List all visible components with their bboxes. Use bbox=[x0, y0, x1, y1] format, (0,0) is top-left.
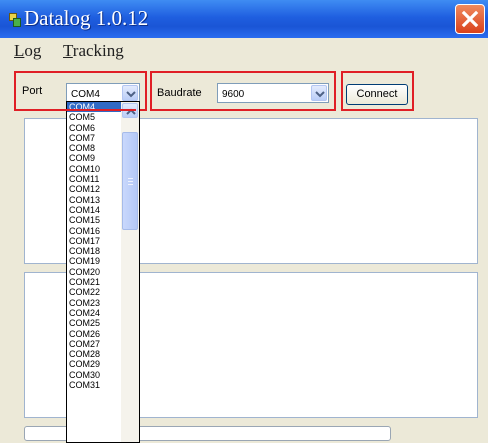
menu-bar: Log Tracking bbox=[0, 38, 488, 64]
port-dropdown-button[interactable] bbox=[122, 85, 138, 101]
port-option-com20[interactable]: COM20 bbox=[67, 267, 121, 277]
chevron-down-icon bbox=[126, 91, 136, 98]
port-combobox[interactable]: COM4 bbox=[66, 83, 140, 103]
baudrate-dropdown-button[interactable] bbox=[311, 85, 327, 101]
port-option-com10[interactable]: COM10 bbox=[67, 164, 121, 174]
port-option-com11[interactable]: COM11 bbox=[67, 174, 121, 184]
menu-tracking[interactable]: Tracking bbox=[63, 41, 124, 61]
app-icon bbox=[9, 13, 21, 27]
port-option-com5[interactable]: COM5 bbox=[67, 112, 121, 122]
port-option-com15[interactable]: COM15 bbox=[67, 215, 121, 225]
port-options: COM4 COM5 COM6 COM7 COM8 COM9 COM10 COM11 COM12 C… bbox=[67, 102, 121, 390]
port-option-com6[interactable]: COM6 bbox=[67, 123, 121, 133]
baudrate-value: 9600 bbox=[222, 89, 245, 100]
port-option-com9[interactable]: COM9 bbox=[67, 153, 121, 163]
port-option-com25[interactable]: COM25 bbox=[67, 318, 121, 328]
port-option-com30[interactable]: COM30 bbox=[67, 370, 121, 380]
port-value: COM4 bbox=[71, 89, 100, 100]
port-option-com19[interactable]: COM19 bbox=[67, 256, 121, 266]
port-option-com18[interactable]: COM18 bbox=[67, 246, 121, 256]
port-option-com31[interactable]: COM31 bbox=[67, 380, 121, 390]
port-label: Port bbox=[22, 85, 43, 97]
port-dropdown-list[interactable]: COM4 COM5 COM6 COM7 COM8 COM9 COM10 COM11 COM12 C… bbox=[66, 101, 140, 443]
port-option-com29[interactable]: COM29 bbox=[67, 359, 121, 369]
port-option-com28[interactable]: COM28 bbox=[67, 349, 121, 359]
port-option-com17[interactable]: COM17 bbox=[67, 236, 121, 246]
baudrate-label: Baudrate bbox=[157, 87, 202, 99]
menu-log[interactable]: Log bbox=[14, 41, 41, 61]
port-option-com22[interactable]: COM22 bbox=[67, 287, 121, 297]
dropdown-scrollbar[interactable] bbox=[121, 102, 139, 442]
port-option-com16[interactable]: COM16 bbox=[67, 226, 121, 236]
title-bar[interactable]: Datalog 1.0.12 bbox=[0, 0, 488, 38]
chevron-down-icon bbox=[315, 91, 325, 98]
scrollbar-thumb[interactable] bbox=[122, 132, 138, 230]
port-option-com8[interactable]: COM8 bbox=[67, 143, 121, 153]
selection-annotation-line bbox=[66, 109, 136, 111]
port-option-com21[interactable]: COM21 bbox=[67, 277, 121, 287]
port-option-com24[interactable]: COM24 bbox=[67, 308, 121, 318]
close-icon bbox=[461, 10, 479, 28]
port-option-com23[interactable]: COM23 bbox=[67, 298, 121, 308]
port-option-com27[interactable]: COM27 bbox=[67, 339, 121, 349]
port-option-com26[interactable]: COM26 bbox=[67, 329, 121, 339]
port-option-com7[interactable]: COM7 bbox=[67, 133, 121, 143]
baudrate-combobox[interactable]: 9600 bbox=[217, 83, 329, 103]
window-title: Datalog 1.0.12 bbox=[24, 6, 149, 30]
port-option-com14[interactable]: COM14 bbox=[67, 205, 121, 215]
connect-button[interactable]: Connect bbox=[346, 84, 408, 105]
port-option-com12[interactable]: COM12 bbox=[67, 184, 121, 194]
port-option-com13[interactable]: COM13 bbox=[67, 195, 121, 205]
close-button[interactable] bbox=[455, 4, 485, 34]
